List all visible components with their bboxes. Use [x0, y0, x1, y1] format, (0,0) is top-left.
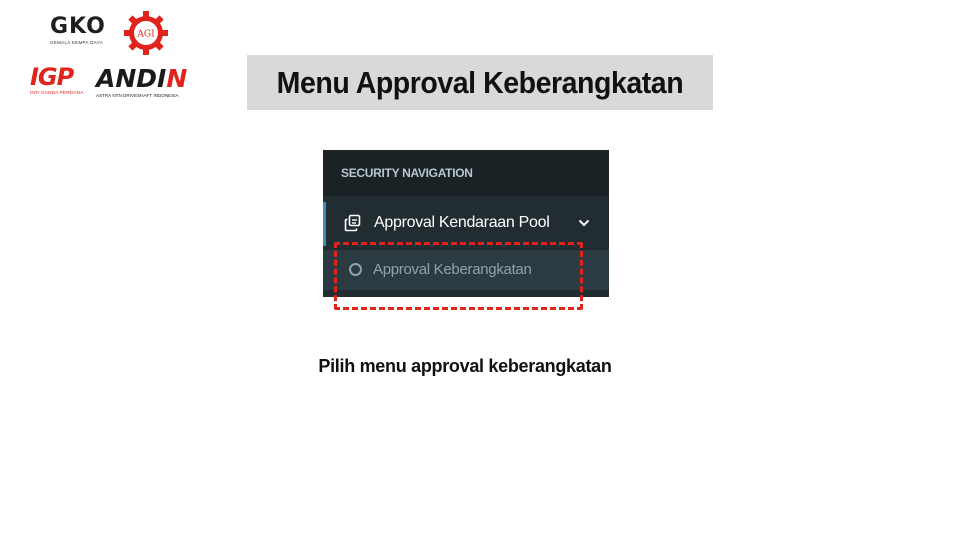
- chevron-down-icon[interactable]: [578, 218, 590, 228]
- andin-logo-mark: ANDIN: [96, 66, 202, 91]
- gko-logo-tagline: GEMALA KEMPA DAYA: [50, 40, 103, 45]
- copy-icon: [344, 214, 361, 232]
- agi-logo-mark: AGI: [136, 30, 155, 40]
- andin-logo-mark-dark: ANDI: [96, 64, 167, 93]
- agi-logo: AGI: [123, 10, 169, 56]
- gko-logo-mark: GKO: [50, 14, 106, 39]
- igp-logo-tagline: INTI GANDA PERDANA: [30, 91, 84, 96]
- sidebar-section-header: SECURITY NAVIGATION: [323, 150, 609, 196]
- highlight-box: [334, 242, 583, 310]
- sidebar-item-approval-kendaraan-pool[interactable]: Approval Kendaraan Pool: [323, 202, 609, 246]
- slide-caption: Pilih menu approval keberangkatan: [318, 356, 612, 376]
- sidebar-item-label: Approval Kendaraan Pool: [374, 214, 550, 231]
- igp-logo: IGP INTI GANDA PERDANA: [30, 64, 92, 100]
- igp-logo-mark: IGP: [30, 63, 74, 91]
- andin-logo-mark-red: N: [166, 64, 188, 93]
- gko-logo: GKO GEMALA KEMPA DAYA: [50, 16, 112, 52]
- andin-logo-tagline: ASTRA NTN DRIVESHAFT INDONESIA: [96, 93, 179, 98]
- slide-title: Menu Approval Keberangkatan: [276, 64, 684, 100]
- andin-logo: ANDIN ASTRA NTN DRIVESHAFT INDONESIA: [96, 66, 202, 100]
- sidebar-section-header-label: SECURITY NAVIGATION: [341, 166, 473, 180]
- agi-gear-icon: AGI: [124, 11, 168, 55]
- slide-title-box: Menu Approval Keberangkatan: [247, 55, 713, 110]
